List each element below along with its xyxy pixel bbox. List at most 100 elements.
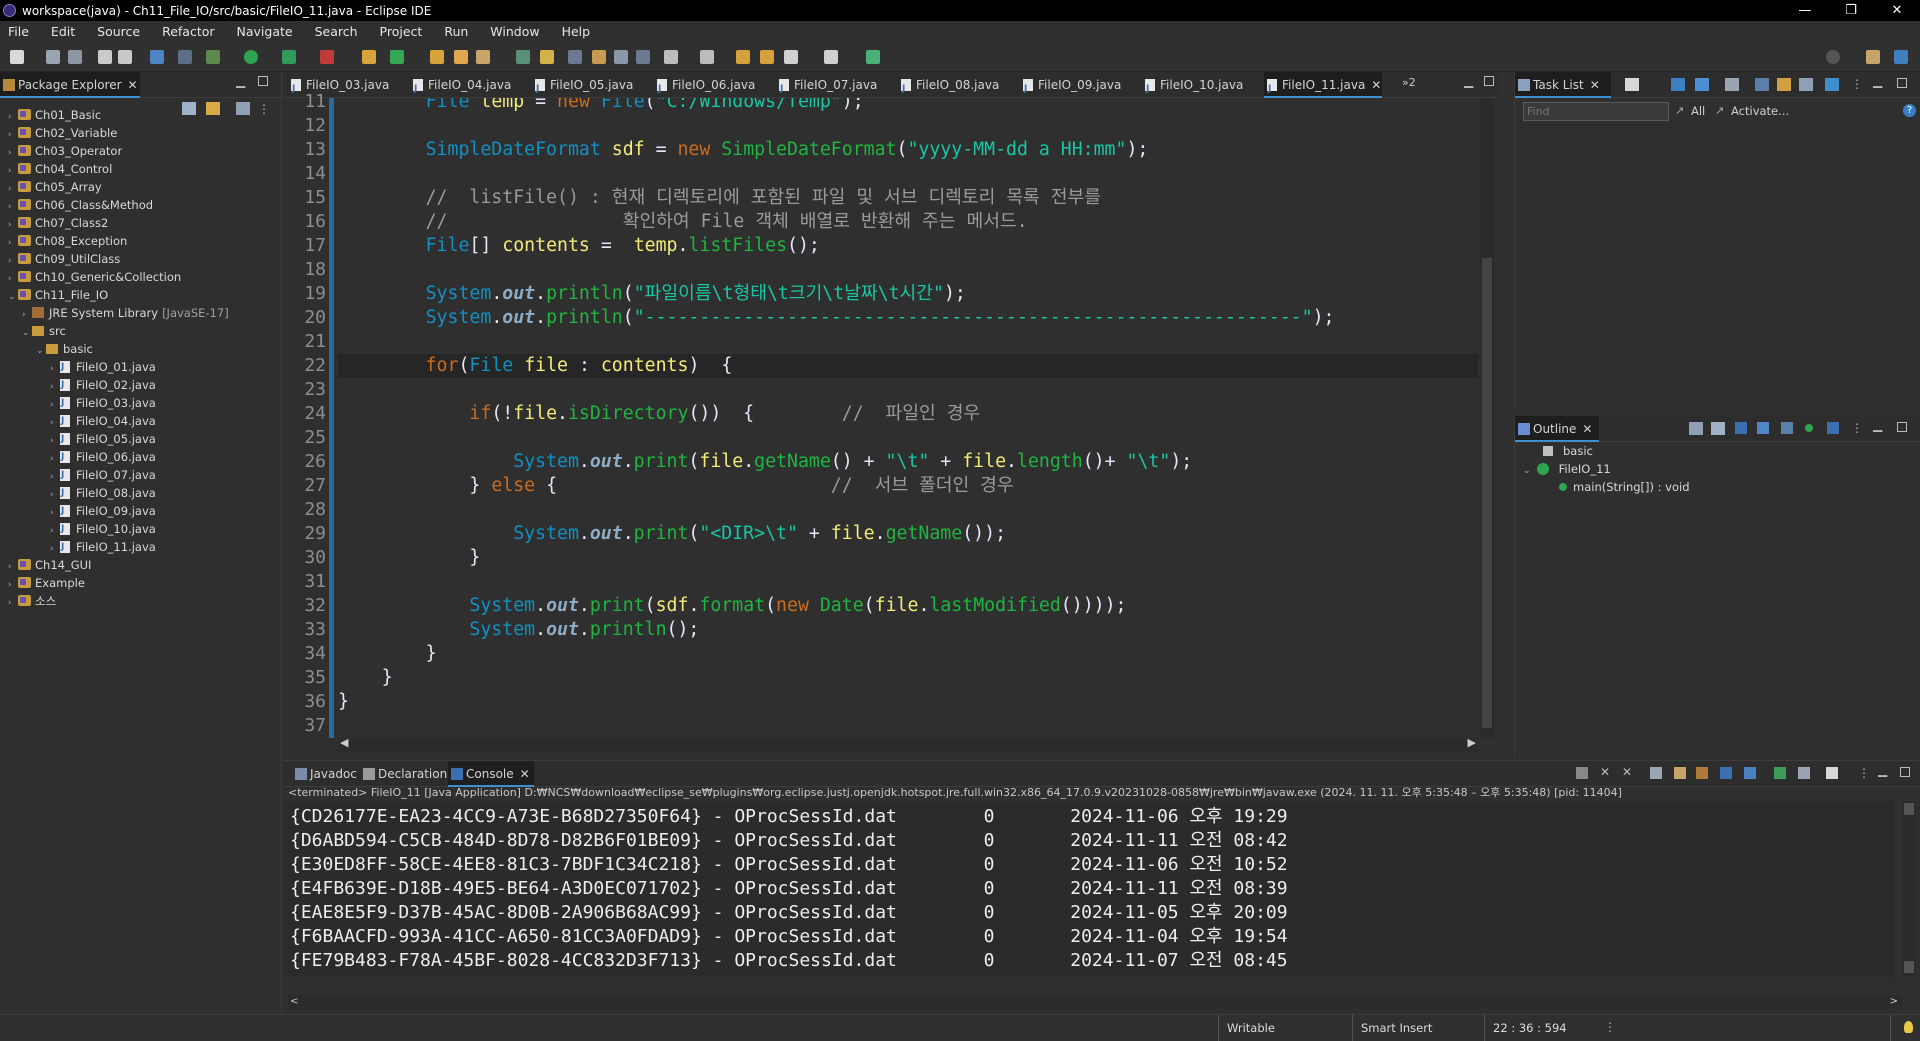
- code-line[interactable]: // 확인하여 File 객체 배열로 반환해 주는 메서드.: [338, 210, 1478, 234]
- menu-window[interactable]: Window: [490, 24, 539, 39]
- menu-navigate[interactable]: Navigate: [237, 24, 293, 39]
- sync-icon[interactable]: [1825, 78, 1839, 91]
- chevron-right-icon[interactable]: ›: [8, 594, 18, 612]
- minimize-view-icon[interactable]: ▁: [236, 74, 245, 88]
- save-icon[interactable]: [46, 50, 60, 64]
- display-console-icon[interactable]: [1798, 767, 1810, 779]
- help-icon[interactable]: ?: [1903, 104, 1916, 117]
- task-find-input[interactable]: [1523, 102, 1669, 121]
- code-line[interactable]: File[] contents = temp.listFiles();: [338, 234, 1478, 258]
- code-line[interactable]: for(File file : contents) {: [338, 354, 1478, 378]
- project-item[interactable]: › Ch07_Class2: [8, 214, 108, 232]
- java-perspective-icon[interactable]: [1894, 50, 1908, 64]
- forward-icon[interactable]: [824, 50, 838, 64]
- close-icon[interactable]: ✕: [1582, 422, 1592, 436]
- collapse-tasks-icon[interactable]: [1799, 78, 1813, 91]
- close-icon[interactable]: ✕: [520, 767, 530, 781]
- project-item[interactable]: › Ch03_Operator: [8, 142, 122, 160]
- code-line[interactable]: [338, 714, 1478, 738]
- pin-console-icon[interactable]: [1774, 767, 1786, 779]
- view-menu-icon[interactable]: ⋮: [1858, 766, 1870, 780]
- show-stderr-icon[interactable]: [1744, 767, 1756, 779]
- editor-tab[interactable]: FileIO_07.java: [776, 72, 880, 102]
- editor-tab[interactable]: FileIO_06.java: [654, 72, 758, 102]
- collapse-all-icon[interactable]: [182, 102, 196, 115]
- sort-icon[interactable]: [1711, 422, 1725, 435]
- java-file-item[interactable]: ›FileIO_05.java: [50, 430, 156, 448]
- show-whitespace-icon[interactable]: [614, 50, 628, 64]
- code-line[interactable]: [338, 258, 1478, 282]
- code-line[interactable]: System.out.println("--------------------…: [338, 306, 1478, 330]
- code-text-area[interactable]: File temp = new File("C:/Windows/Temp");…: [338, 98, 1478, 738]
- word-wrap-console-icon[interactable]: [1696, 767, 1708, 779]
- project-item[interactable]: › Ch02_Variable: [8, 124, 117, 142]
- code-line[interactable]: System.out.println("파일이름\t형태\t크기\t날짜\t시간…: [338, 282, 1478, 306]
- code-line[interactable]: [338, 378, 1478, 402]
- scroll-lock-icon[interactable]: [1674, 767, 1686, 779]
- java-file-item[interactable]: ›FileIO_08.java: [50, 484, 156, 502]
- chevron-down-icon[interactable]: ⌄: [1523, 462, 1533, 480]
- minimize-button[interactable]: —: [1782, 0, 1828, 21]
- project-item[interactable]: › Example: [8, 574, 85, 592]
- pilcrow-icon[interactable]: [636, 50, 650, 64]
- new-java-project-icon[interactable]: [362, 50, 376, 64]
- close-icon[interactable]: ✕: [1590, 78, 1600, 92]
- prev-annotation-icon[interactable]: [700, 50, 714, 64]
- chevron-down-icon[interactable]: ⌄: [8, 288, 18, 306]
- java-file-item[interactable]: ›FileIO_06.java: [50, 448, 156, 466]
- maximize-view-icon[interactable]: [1897, 422, 1907, 432]
- redo-icon[interactable]: [118, 50, 132, 64]
- code-line[interactable]: [338, 498, 1478, 522]
- code-line[interactable]: System.out.print(sdf.format(new Date(fil…: [338, 594, 1478, 618]
- java-file-item[interactable]: ›FileIO_09.java: [50, 502, 156, 520]
- pin-editor-icon[interactable]: [866, 50, 880, 64]
- tab-javadoc[interactable]: Javadoc: [292, 761, 357, 787]
- java-file-item[interactable]: ›FileIO_07.java: [50, 466, 156, 484]
- code-line[interactable]: [338, 114, 1478, 138]
- editor-horizontal-scrollbar[interactable]: ◀ ▶: [338, 736, 1478, 752]
- maximize-editor-icon[interactable]: [1484, 76, 1494, 86]
- code-line[interactable]: } else { // 서브 폴더인 경우: [338, 474, 1478, 498]
- java-file-item[interactable]: ›FileIO_02.java: [50, 376, 156, 394]
- console-horizontal-scrollbar[interactable]: < >: [288, 995, 1902, 1009]
- lightbulb-icon[interactable]: [1904, 1021, 1913, 1033]
- console-vertical-scrollbar[interactable]: [1902, 801, 1916, 977]
- synchronize-icon[interactable]: [1777, 78, 1791, 91]
- maximize-view-icon[interactable]: [1900, 767, 1910, 777]
- close-icon[interactable]: ✕: [128, 78, 138, 92]
- code-line[interactable]: [338, 330, 1478, 354]
- tab-console[interactable]: Console ✕: [448, 761, 534, 787]
- java-file-item[interactable]: ›FileIO_04.java: [50, 412, 156, 430]
- code-line[interactable]: File temp = new File("C:/Windows/Temp");: [338, 98, 1478, 114]
- minimize-view-icon[interactable]: ▁: [1873, 418, 1882, 432]
- project-item[interactable]: › Ch10_Generic&Collection: [8, 268, 181, 286]
- all-filter-link[interactable]: All: [1691, 104, 1705, 118]
- scroll-left-icon[interactable]: ◀: [340, 736, 348, 749]
- code-line[interactable]: [338, 162, 1478, 186]
- remove-launch-icon[interactable]: ✕: [1600, 765, 1610, 779]
- minimize-editor-icon[interactable]: ▁: [1464, 74, 1473, 88]
- code-line[interactable]: System.out.print(file.getName() + "\t" +…: [338, 450, 1478, 474]
- project-item[interactable]: › Ch04_Control: [8, 160, 112, 178]
- next-annotation-icon[interactable]: [664, 50, 678, 64]
- tab-package-explorer[interactable]: Package Explorer ✕: [0, 72, 140, 98]
- project-item[interactable]: › Ch05_Array: [8, 178, 102, 196]
- cursor-position-status[interactable]: 22 : 36 : 594: [1484, 1015, 1604, 1041]
- code-line[interactable]: // listFile() : 현재 디렉토리에 포함된 파일 및 서브 디렉토…: [338, 186, 1478, 210]
- hide-static-icon[interactable]: [1757, 422, 1769, 434]
- status-menu-icon[interactable]: ⋮: [1604, 1020, 1616, 1034]
- scheduled-icon[interactable]: [1695, 78, 1709, 91]
- toggle-mark-icon[interactable]: [516, 50, 530, 64]
- minimize-view-icon[interactable]: ▁: [1878, 763, 1887, 777]
- outline-class[interactable]: ⌄ FileIO_11: [1523, 460, 1611, 478]
- minimize-view-icon[interactable]: ▁: [1873, 74, 1882, 88]
- search-icon[interactable]: [1826, 50, 1840, 64]
- project-item[interactable]: › Ch09_UtilClass: [8, 250, 120, 268]
- code-line[interactable]: SimpleDateFormat sdf = new SimpleDateFor…: [338, 138, 1478, 162]
- scroll-right-icon[interactable]: ▶: [1468, 736, 1476, 749]
- tab-outline[interactable]: Outline ✕: [1515, 416, 1599, 442]
- back-icon[interactable]: [784, 50, 798, 64]
- public-filter-icon[interactable]: [1805, 424, 1813, 432]
- last-edit-icon[interactable]: [736, 50, 750, 64]
- console-scroll-right-icon[interactable]: >: [1890, 995, 1898, 1009]
